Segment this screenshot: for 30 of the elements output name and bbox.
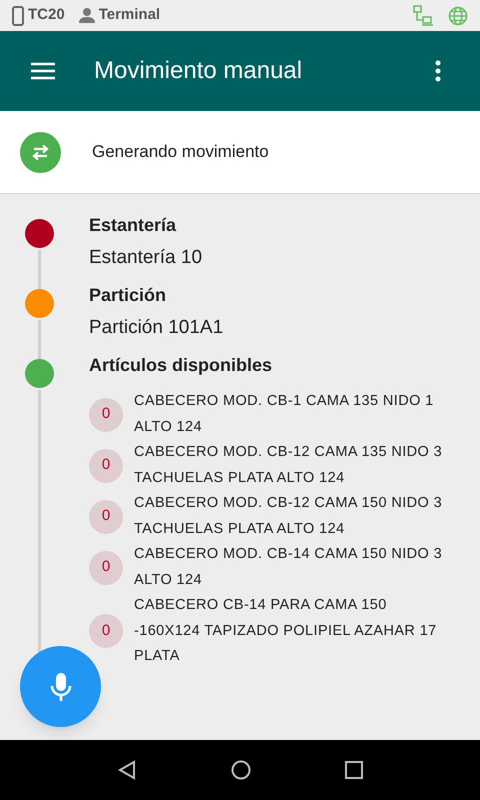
back-icon[interactable]	[117, 760, 137, 780]
step-title: Artículos disponibles	[89, 354, 274, 377]
microphone-icon	[50, 672, 72, 702]
article-name: CABECERO MOD. CB-14 CAMA 150 NIDO 3 ALTO 124	[134, 545, 444, 590]
step-value: Estantería 10	[89, 247, 204, 269]
article-name: CABECERO MOD. CB-12 CAMA 135 NIDO 3 TACHUELAS PLATA ALTO 124	[134, 443, 444, 488]
recents-icon[interactable]	[345, 761, 363, 779]
count-badge: 0	[89, 448, 123, 482]
count-badge: 0	[89, 550, 123, 584]
article-name: CABECERO CB-14 PARA CAMA 150 -160X124 TAPIZADO POLIPIEL AZAHAR 17 PLATA	[134, 596, 438, 666]
person-icon	[78, 8, 95, 23]
device-name: TC20	[28, 5, 65, 26]
network-icon	[412, 4, 434, 26]
article-name: CABECERO MOD. CB-1 CAMA 135 NIDO 1 ALTO 124	[134, 392, 435, 436]
count-badge: 0	[89, 398, 123, 432]
home-icon[interactable]	[231, 760, 251, 780]
menu-icon	[31, 62, 55, 80]
screen-title: Movimiento manual	[94, 56, 304, 86]
count-badge: 0	[89, 500, 123, 534]
phone-icon	[12, 6, 24, 26]
globe-icon	[448, 6, 468, 26]
step-value: Partición 101A1	[89, 317, 224, 339]
more-icon	[435, 60, 441, 82]
status-text: Generando movimiento	[92, 141, 269, 164]
step-title: Estantería	[89, 214, 178, 237]
count-badge: 0	[89, 614, 123, 648]
user-name: Terminal	[98, 5, 160, 26]
step-title: Partición	[89, 284, 168, 307]
swap-icon	[20, 132, 61, 172]
article-name: CABECERO MOD. CB-12 CAMA 150 NIDO 3 TACHUELAS PLATA ALTO 124	[134, 494, 444, 538]
